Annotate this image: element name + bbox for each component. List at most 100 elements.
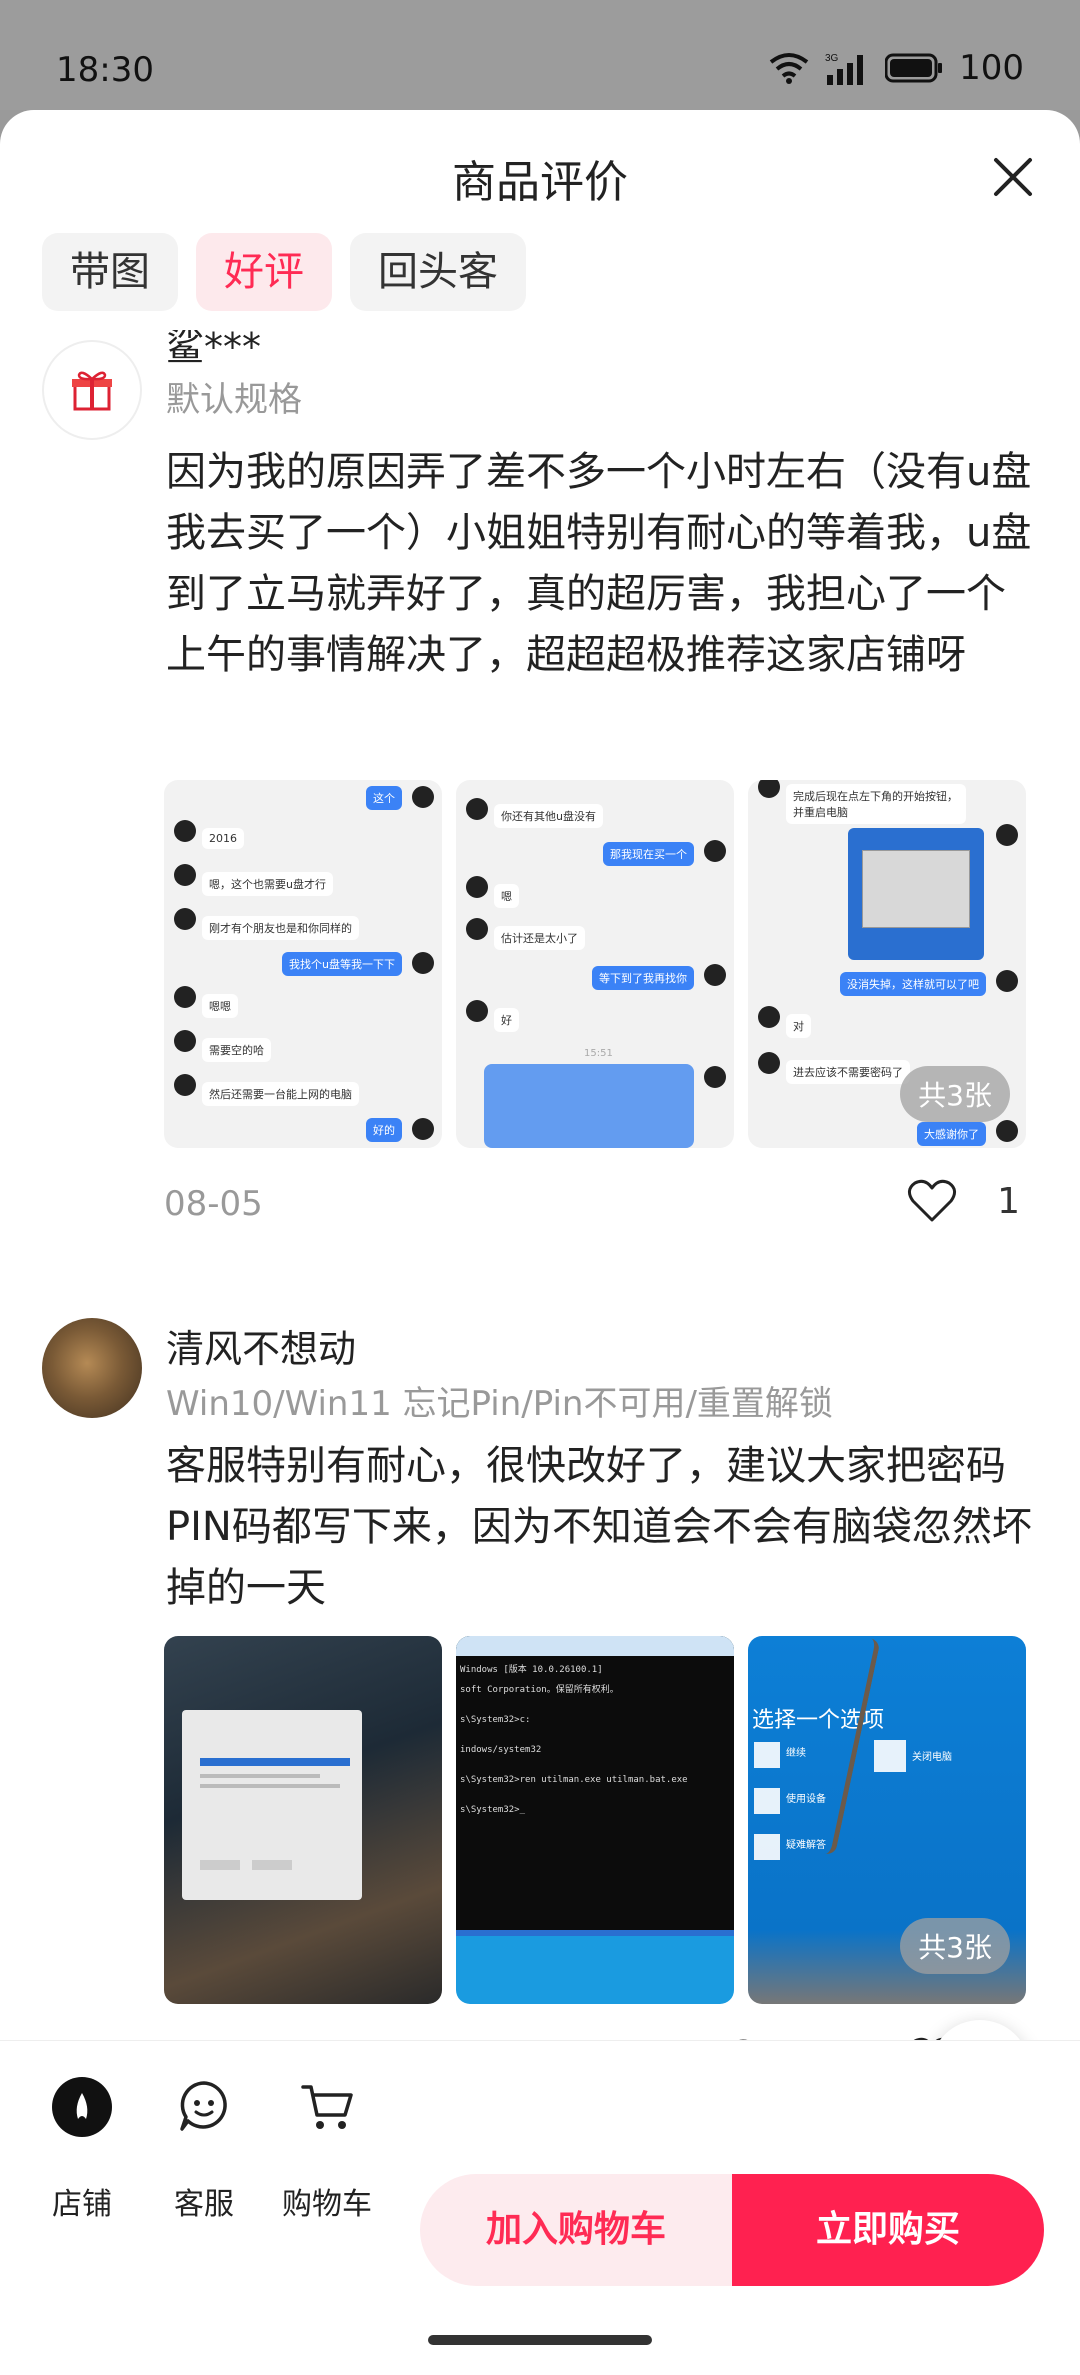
screenshot-image — [848, 828, 984, 960]
cellular-signal-icon: 3G — [825, 53, 864, 85]
like-count: 1 — [997, 1180, 1020, 1222]
chat-bubble: 需要空的哈 — [202, 1038, 271, 1062]
chat-bubble: 我找个u盘等我一下下 — [282, 952, 402, 976]
product-spec: 默认规格 — [166, 380, 302, 420]
network-type-label: 3G — [825, 53, 839, 64]
chat-bubble: 那我现在买一个 — [603, 842, 694, 866]
review-image[interactable]: 完成后现在点左下角的开始按钮，并重启电脑 没消失掉，这样就可以了吧 对 进去应该… — [748, 780, 1026, 1148]
wifi-icon — [769, 53, 809, 84]
recovery-option: 关闭电脑 — [912, 1752, 952, 1763]
filter-chip-returning[interactable]: 回头客 — [350, 233, 526, 311]
review-images: 这个 2016 嗯，这个也需要u盘才行 刚才有个朋友也是和你同样的 我找个u盘等… — [164, 780, 1026, 1148]
chat-avatar — [174, 908, 196, 930]
reviewer-name: 鲨*** — [166, 330, 262, 369]
filter-chip-positive[interactable]: 好评 — [196, 233, 332, 311]
chat-avatar — [466, 876, 488, 898]
buy-now-button[interactable]: 立即购买 — [732, 2174, 1044, 2286]
store-label: 店铺 — [52, 2187, 112, 2222]
battery-icon — [885, 53, 943, 83]
chat-bubble: 等下到了我再找你 — [592, 966, 694, 990]
review-date: 08-05 — [164, 1184, 263, 1224]
review-image[interactable]: Windows [版本 10.0.26100.1] soft Corporati… — [456, 1636, 734, 2004]
review-list[interactable]: 鲨*** 默认规格 因为我的原因弄了差不多一个小时左右（没有u盘我去买了一个）小… — [0, 330, 1080, 2145]
chat-avatar — [758, 780, 780, 798]
sheet-title: 商品评价 — [452, 157, 628, 208]
chat-bubble: 然后还需要一台能上网的电脑 — [202, 1082, 359, 1106]
status-icons: 3G 100 — [769, 48, 1024, 88]
chat-bubble: 进去应该不需要密码了 — [786, 1060, 910, 1084]
chat-avatar — [412, 1118, 434, 1140]
cart-label: 购物车 — [282, 2187, 372, 2222]
chat-avatar — [174, 820, 196, 842]
home-indicator[interactable] — [428, 2335, 652, 2345]
review-image[interactable]: 选择一个选项 继续 关闭电脑 使用设备 疑难解答 共3张 — [748, 1636, 1026, 2004]
heart-icon — [908, 1179, 957, 1222]
chat-bubble: 没消失掉，这样就可以了吧 — [840, 972, 986, 996]
like-button[interactable]: 1 — [907, 1178, 1020, 1224]
cmd-line: indows/system32 — [460, 1745, 542, 1755]
review-images: Windows [版本 10.0.26100.1] soft Corporati… — [164, 1636, 1026, 2004]
chat-avatar — [996, 1120, 1018, 1142]
chat-avatar — [704, 840, 726, 862]
more-images-badge[interactable]: 共3张 — [900, 1918, 1010, 1974]
chat-bubble: 大感谢你了 — [917, 1122, 986, 1146]
chat-bubble: 估计还是太小了 — [494, 926, 585, 950]
chat-bubble: 2016 — [202, 828, 244, 849]
cmd-line: s\System32>c: — [460, 1715, 531, 1725]
dialog-screenshot — [182, 1710, 362, 1900]
reviews-sheet: 商品评价 带图 好评 回头客 鲨*** 默认规格 因为我的原因弄了差不多一个小时… — [0, 110, 1080, 2375]
chat-bubble: 嗯嗯 — [202, 994, 238, 1018]
cmd-line: s\System32>ren utilman.exe utilman.bat.e… — [460, 1775, 688, 1785]
chat-avatar — [704, 1066, 726, 1088]
chat-avatar — [466, 798, 488, 820]
add-to-cart-button[interactable]: 加入购物车 — [420, 2174, 732, 2286]
chat-bubble: 对 — [786, 1014, 811, 1038]
review-image[interactable]: 你还有其他u盘没有 那我现在买一个 嗯 估计还是太小了 等下到了我再找你 好 1… — [456, 780, 734, 1148]
review-text: 客服特别有耐心，很快改好了，建议大家把密码PIN码都写下来，因为不知道会不会有脑… — [166, 1443, 1032, 1611]
filter-chip-with-images[interactable]: 带图 — [42, 233, 178, 311]
chat-timestamp: 15:51 — [584, 1048, 613, 1059]
chat-bubble: 好的 — [366, 1118, 402, 1142]
chat-bubble: 嗯，这个也需要u盘才行 — [202, 872, 333, 896]
gift-icon — [72, 371, 112, 411]
chat-avatar — [412, 786, 434, 808]
avatar[interactable] — [42, 1318, 142, 1418]
recovery-option: 使用设备 — [786, 1794, 826, 1805]
chat-bubble: 完成后现在点左下角的开始按钮，并重启电脑 — [786, 784, 966, 824]
chat-avatar — [996, 824, 1018, 846]
cmd-line: Windows [版本 10.0.26100.1] — [460, 1665, 603, 1675]
chat-avatar — [174, 864, 196, 886]
product-spec: Win10/Win11 忘记Pin/Pin不可用/重置解锁 — [166, 1384, 833, 1424]
status-bar: 18:30 3G 100 — [0, 0, 1080, 110]
status-time: 18:30 — [56, 50, 154, 90]
customer-service-icon — [180, 2081, 227, 2131]
chat-bubble: 你还有其他u盘没有 — [494, 804, 603, 828]
chat-avatar — [174, 1074, 196, 1096]
review-image[interactable]: 这个 2016 嗯，这个也需要u盘才行 刚才有个朋友也是和你同样的 我找个u盘等… — [164, 780, 442, 1148]
chat-avatar — [174, 1030, 196, 1052]
avatar[interactable] — [42, 340, 142, 440]
blurred-image — [484, 1064, 694, 1148]
chat-avatar — [466, 918, 488, 940]
recovery-option: 继续 — [786, 1748, 806, 1759]
chat-avatar — [412, 952, 434, 974]
review-image[interactable] — [164, 1636, 442, 2004]
chat-avatar — [996, 970, 1018, 992]
cmd-line: soft Corporation。保留所有权利。 — [460, 1685, 619, 1695]
cable — [815, 1636, 881, 1856]
more-images-badge[interactable]: 共3张 — [900, 1066, 1010, 1122]
reviewer-name: 清风不想动 — [166, 1327, 357, 1371]
battery-level: 100 — [959, 48, 1024, 88]
chat-avatar — [758, 1006, 780, 1028]
close-icon[interactable] — [984, 148, 1042, 206]
chat-avatar — [466, 1000, 488, 1022]
cmd-line: s\System32>_ — [460, 1805, 526, 1815]
chat-avatar — [704, 964, 726, 986]
chat-avatar — [174, 986, 196, 1008]
shopping-cart-icon — [301, 2085, 353, 2129]
review-text: 因为我的原因弄了差不多一个小时左右（没有u盘我去买了一个）小姐姐特别有耐心的等着… — [166, 449, 1032, 678]
store-icon — [52, 2077, 112, 2137]
chat-bubble: 好 — [494, 1008, 519, 1032]
cmd-window: Windows [版本 10.0.26100.1] soft Corporati… — [456, 1636, 734, 1936]
chat-avatar — [758, 1052, 780, 1074]
